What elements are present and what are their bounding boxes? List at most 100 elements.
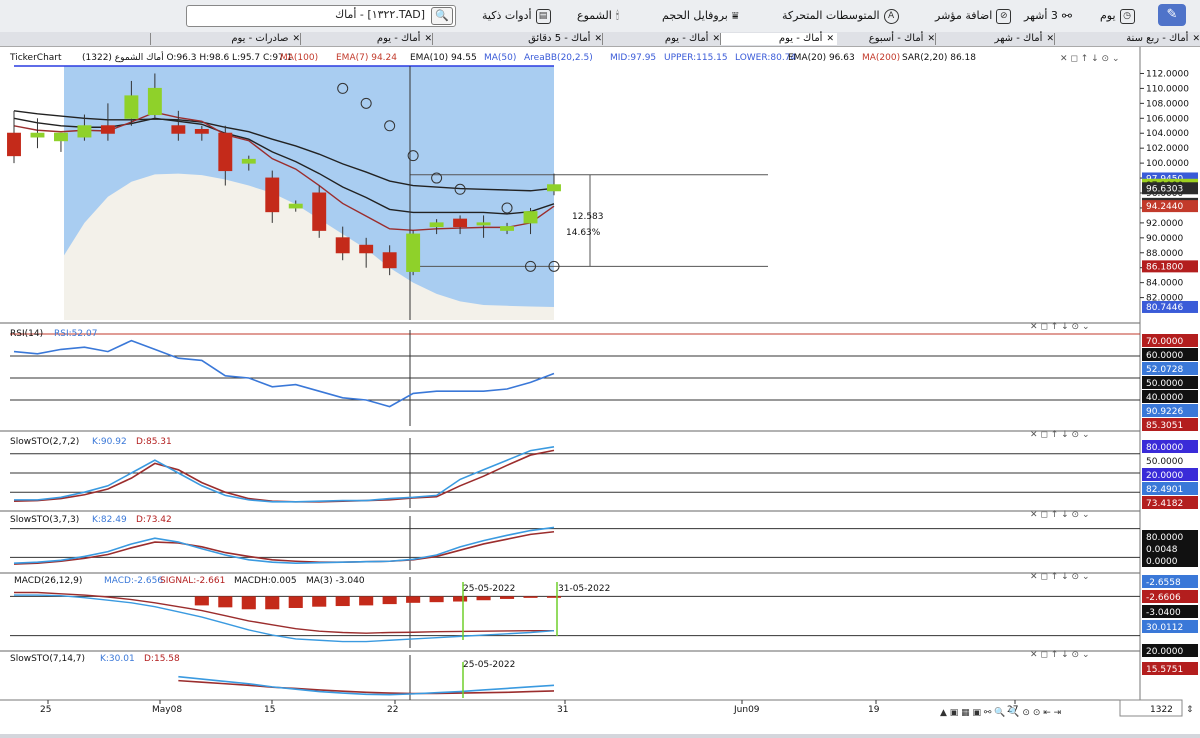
a-circle-icon: A <box>883 8 899 24</box>
price-tick-label: 112.0000 <box>1146 69 1189 79</box>
candles-icon: 🕯 <box>615 9 619 22</box>
add-indicator-button[interactable]: ⊘ اضافة مؤشر <box>935 6 1012 26</box>
price-tick-label: 104.0000 <box>1146 129 1189 139</box>
sto1-k: K:90.92 <box>92 437 127 447</box>
indicator-badge-label: 80.0000 <box>1146 443 1183 453</box>
indicator-badge-label: 82.4901 <box>1146 485 1183 495</box>
measure-value: 12.583 <box>572 212 604 222</box>
smart-tools-button[interactable]: ▤ أدوات ذكية <box>482 6 551 26</box>
slowsto-2-7-2-panel[interactable] <box>10 438 1140 508</box>
candle-down <box>171 125 186 134</box>
panel-control-icons: ✕ ◻ ↑ ↓ ⊙ ⌄ <box>1030 650 1089 660</box>
candle-down <box>7 132 21 157</box>
volume-profile-button[interactable]: ⩸ بروفايل الحجم <box>662 6 739 26</box>
symbol-search[interactable]: [TAD.١٣٢٢] - أماك 🔍 <box>186 5 456 27</box>
sto-d-line <box>13 449 555 503</box>
tab-week[interactable]: ✕أماك - أسبوع <box>835 33 938 45</box>
indicator-badge-label: 70.0000 <box>1146 337 1183 347</box>
rsi-panel[interactable] <box>10 330 1140 426</box>
macd-histogram-bar <box>265 596 280 610</box>
indicator-badge-label: 60.0000 <box>1146 351 1183 361</box>
search-icon[interactable]: 🔍 <box>431 7 453 25</box>
candle-down <box>359 244 374 254</box>
close-icon[interactable]: ✕ <box>826 34 834 44</box>
slowsto-3-7-3-panel[interactable] <box>10 516 1140 570</box>
chart-svg[interactable]: ✕ ◻ ↑ ↓ ⊙ ⌄ ✕ ◻ ↑ ↓ ⊙ ⌄ ✕ ◻ ↑ ↓ ⊙ ⌄ ✕ ◻ ↑ ↓… <box>0 47 1200 734</box>
indicator-badge-label: 90.9226 <box>1146 407 1183 417</box>
navigation-icons[interactable]: ▲ ▣ ▦ ▣ ⚯ 🔍 🔍 ⊙ ⊙ ⇤ ⇥ <box>940 706 1061 718</box>
tab-month[interactable]: ✕أماك - شهر <box>935 33 1057 45</box>
price-tick-label: 110.0000 <box>1146 84 1189 94</box>
stepper-icon[interactable]: ⇕ <box>1186 705 1194 715</box>
upper-label: UPPER:115.15 <box>664 53 728 63</box>
price-badge-label: 96.6303 <box>1146 184 1183 194</box>
close-icon[interactable]: ✕ <box>424 34 432 44</box>
panel-controls[interactable]: ✕ ◻ ↑ ↓ ⊙ ⌄ <box>1060 54 1119 64</box>
sto1-title: SlowSTO(2,7,2) <box>10 437 79 447</box>
close-icon[interactable]: ✕ <box>927 34 935 44</box>
candles-label: الشموع <box>577 9 612 22</box>
close-icon[interactable]: ✕ <box>292 34 300 44</box>
panel-control-icons[interactable]: ✕ ◻ ↑ ↓ ⊙ ⌄ <box>1060 54 1119 64</box>
interval-button[interactable]: ◷ يوم <box>1100 6 1135 26</box>
moving-averages-button[interactable]: A المتوسطات المتحركة <box>782 6 899 26</box>
ema7-label: EMA(7) 94.24 <box>336 53 397 63</box>
candle-up <box>523 211 538 224</box>
measure-tool[interactable]: 12.583 14.63% <box>566 212 604 238</box>
candle-up <box>500 226 514 231</box>
indicator-badge-label: 52.0728 <box>1146 365 1183 375</box>
price-tick-label: 106.0000 <box>1146 114 1189 124</box>
tab-exports[interactable]: ✕صادرات - يوم <box>150 33 303 45</box>
close-icon[interactable]: ✕ <box>594 34 602 44</box>
tab-label: أماك - 5 دقائق <box>528 33 591 44</box>
macd-line <box>14 594 555 643</box>
indicator-badge-label: 0.0000 <box>1146 557 1178 567</box>
indicator-badge-label: 0.0048 <box>1146 545 1178 555</box>
tab-label: أماك - يوم <box>664 33 709 44</box>
candle-up <box>241 158 256 164</box>
date-tick-label: 15 <box>264 705 275 715</box>
chart-area[interactable]: ✕ ◻ ↑ ↓ ⊙ ⌄ ✕ ◻ ↑ ↓ ⊙ ⌄ ✕ ◻ ↑ ↓ ⊙ ⌄ ✕ ◻ ↑ ↓… <box>0 47 1200 734</box>
sto-k-line <box>14 446 555 503</box>
candle-up <box>406 233 421 272</box>
sto-d-line <box>13 530 555 565</box>
annotation-date-3: 25-05-2022 <box>463 660 515 670</box>
macd-histogram-bar <box>359 596 374 606</box>
panel-left-blank <box>0 66 64 320</box>
rsi-line <box>13 339 555 408</box>
date-tick-label: May08 <box>152 705 182 715</box>
price-panel[interactable] <box>0 65 768 320</box>
tab-day-2[interactable]: ✕أماك - يوم <box>602 33 723 45</box>
rsi-title: RSI(14) <box>10 329 43 339</box>
ma50-label: MA(50) <box>484 53 516 63</box>
sto3-k: K:30.01 <box>100 654 135 664</box>
macd-histogram-bar <box>241 596 256 610</box>
indicator-badge-label: 50.0000 <box>1146 379 1183 389</box>
tab-quarter[interactable]: ✕أماك - ربع سنة <box>1054 33 1200 45</box>
symbol-search-value: [TAD.١٣٢٢] - أماك <box>335 8 425 21</box>
add-indicator-label: اضافة مؤشر <box>935 9 993 22</box>
indicator-badge-label: 50.0000 <box>1146 457 1183 467</box>
sto2-title: SlowSTO(3,7,3) <box>10 515 79 525</box>
close-icon[interactable]: ✕ <box>1046 34 1054 44</box>
candle-up <box>547 184 561 192</box>
tab-day-3[interactable]: ✕أماك - يوم <box>300 33 435 45</box>
price-tick-label: 92.0000 <box>1146 219 1183 229</box>
range-button[interactable]: ⚯ 3 أشهر <box>1024 6 1072 26</box>
indicator-badge-label: 40.0000 <box>1146 393 1183 403</box>
macd-value: MACD:-2.656 <box>104 576 163 586</box>
pencil-icon[interactable]: ✎ <box>1158 4 1186 26</box>
tab-5min[interactable]: ✕أماك - 5 دقائق <box>432 33 605 45</box>
candles-button[interactable]: 🕯 الشموع <box>577 6 619 26</box>
tab-day-active[interactable]: ✕أماك - يوم <box>720 33 837 45</box>
close-icon[interactable]: ✕ <box>1192 34 1200 44</box>
candle-down <box>194 129 209 134</box>
sto2-k: K:82.49 <box>92 515 127 525</box>
candle-up <box>124 95 139 119</box>
ema20-label: EMA(20) 96.63 <box>788 53 855 63</box>
tab-label: أماك - أسبوع <box>868 33 924 44</box>
close-icon[interactable]: ✕ <box>712 34 720 44</box>
quote-info: أماك الشموع (1322) O:96.3 H:98.6 L:95.7 … <box>82 51 292 63</box>
signal-value: SIGNAL:-2.661 <box>160 576 225 586</box>
candle-up <box>30 132 45 138</box>
